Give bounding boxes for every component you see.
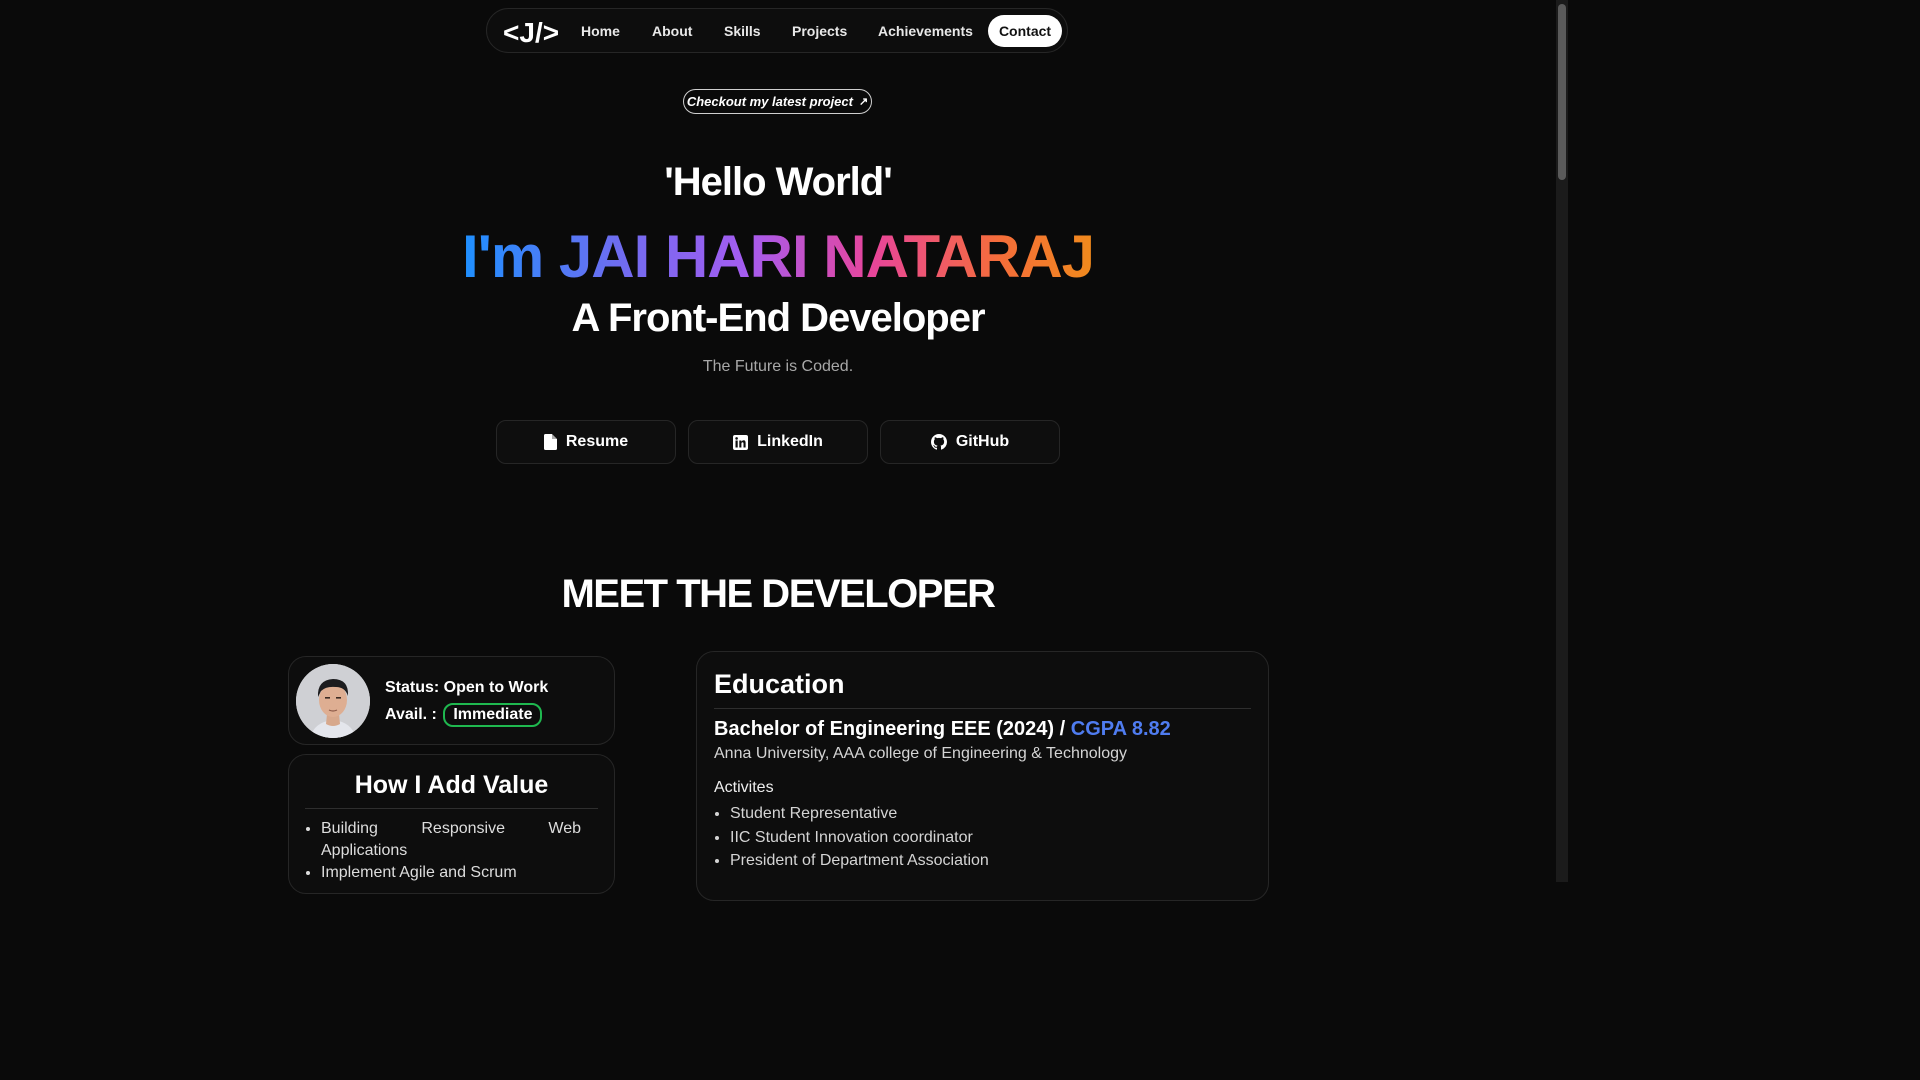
nav-about[interactable]: About (652, 23, 692, 39)
github-icon (930, 434, 947, 450)
scrollbar-thumb[interactable] (1558, 4, 1566, 180)
availability-row: Avail. : Immediate (385, 703, 543, 727)
list-item: IIC Student Innovation coordinator (730, 826, 989, 850)
latest-project-link[interactable]: Checkout my latest project ↗ (683, 89, 872, 114)
nav-skills[interactable]: Skills (724, 23, 761, 39)
resume-label: Resume (565, 433, 629, 450)
logo-letter: J (519, 17, 535, 48)
linkedin-label: LinkedIn (757, 433, 823, 450)
hero-name-text: I'm JAI HARI NATARAJ (461, 223, 1095, 290)
list-item: President of Department Association (730, 849, 989, 873)
list-item: Implement Agile and Scrum (321, 862, 581, 884)
hero-greeting: 'Hello World' (664, 160, 893, 204)
linkedin-button[interactable]: LinkedIn (688, 420, 868, 464)
gpa-text: CGPA 8.82 (1070, 718, 1171, 740)
university-text: Anna University, AAA college of Engineer… (714, 745, 1127, 762)
github-label: GitHub (955, 433, 1010, 450)
status-card: Status: Open to Work Avail. : Immediate (288, 656, 615, 745)
meet-heading: MEET THE DEVELOPER (561, 572, 996, 616)
value-card: How I Add Value Building Responsive Web … (288, 754, 615, 894)
avatar-photo (296, 664, 370, 738)
hero-tagline: The Future is Coded. (702, 358, 854, 375)
degree-text: Bachelor of Engineering EEE (2024) / (714, 718, 1071, 740)
top-nav: <J/> Home About Skills Projects Achievem… (486, 8, 1068, 53)
activities-title: Activites (714, 779, 774, 796)
page-scrollbar[interactable] (1556, 0, 1568, 882)
hero-role: A Front-End Developer (571, 296, 985, 340)
resume-button[interactable]: Resume (496, 420, 676, 464)
value-title: How I Add Value (354, 771, 549, 799)
status-text: Status: Open to Work (385, 679, 549, 696)
logo[interactable]: <J/> (503, 17, 559, 49)
latest-project-label: Checkout my latest project (686, 94, 853, 109)
list-item: Building Responsive Web Applications (321, 818, 581, 862)
avatar (296, 664, 370, 738)
nav-achievements[interactable]: Achievements (878, 23, 973, 39)
list-item: Student Representative (730, 802, 989, 826)
nav-home[interactable]: Home (581, 23, 620, 39)
github-button[interactable]: GitHub (880, 420, 1060, 464)
divider (714, 708, 1251, 709)
linkedin-icon (733, 434, 749, 450)
education-card: Education Bachelor of Engineering EEE (2… (696, 651, 1269, 901)
file-icon (543, 434, 557, 450)
degree-line: Bachelor of Engineering EEE (2024) / CGP… (714, 718, 1171, 741)
availability-label: Avail. : (385, 706, 437, 723)
divider (305, 808, 598, 809)
activities-list: Student Representative IIC Student Innov… (730, 802, 989, 873)
education-title: Education (714, 669, 845, 699)
nav-projects[interactable]: Projects (792, 23, 847, 39)
arrow-icon: ↗ (858, 96, 869, 108)
hero-name: I'm JAI HARI NATARAJ (0, 222, 1556, 291)
value-list: Building Responsive Web Applications Imp… (321, 818, 581, 884)
nav-contact-button[interactable]: Contact (988, 15, 1062, 47)
logo-text-open: < (503, 17, 520, 48)
logo-text-close: /> (534, 17, 560, 48)
availability-badge: Immediate (443, 703, 543, 727)
